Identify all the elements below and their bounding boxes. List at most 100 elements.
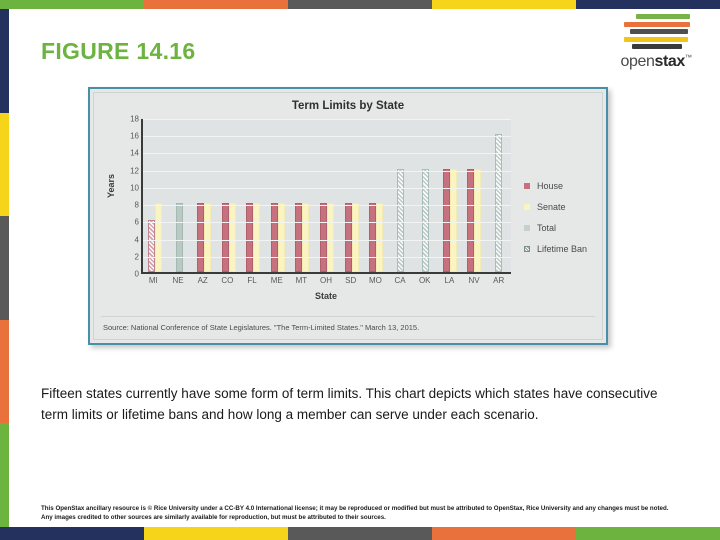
y-tick-label: 10 xyxy=(130,183,139,193)
page-title: FIGURE 14.16 xyxy=(41,38,196,64)
legend-swatch-icon xyxy=(524,183,530,189)
x-tick-label: AR xyxy=(493,276,505,285)
y-axis-ticks: 18 16 14 12 10 8 6 4 2 0 xyxy=(119,115,139,279)
legend-label: House xyxy=(537,181,564,191)
plot-wrapper: Years 18 16 14 12 10 8 6 4 2 0 MI NE AZ CO FL ME MT OH SD… xyxy=(106,115,511,301)
bar-az-senate xyxy=(204,203,212,272)
gridline xyxy=(143,153,511,155)
legend-swatch-icon xyxy=(524,225,530,231)
chart-source-note: Source: National Conference of State Leg… xyxy=(103,323,420,332)
bar-series-container xyxy=(143,119,511,272)
y-tick-label: 2 xyxy=(134,252,139,262)
bar-group-mi xyxy=(143,119,168,272)
bar-oh-house xyxy=(319,203,327,272)
logo-text-light: open xyxy=(620,53,655,70)
x-tick-label: ME xyxy=(270,276,283,285)
bar-mt-senate xyxy=(302,203,310,272)
y-tick-label: 14 xyxy=(130,148,139,158)
gridline xyxy=(143,222,511,224)
source-divider xyxy=(101,316,595,317)
gridline xyxy=(143,187,511,189)
x-tick-label: MO xyxy=(368,276,382,285)
legend-item-senate: Senate xyxy=(524,202,587,212)
x-tick-label: OH xyxy=(320,276,333,285)
bar-ar-total xyxy=(495,134,503,272)
x-axis-ticks: MI NE AZ CO FL ME MT OH SD MO CA OK LA NV AR xyxy=(141,276,511,285)
legend-swatch-icon xyxy=(524,246,530,252)
x-tick-label: MT xyxy=(295,276,308,285)
legend-item-total: Total xyxy=(524,223,587,233)
gridline xyxy=(143,170,511,172)
bar-group-az xyxy=(192,119,217,272)
x-tick-label: CO xyxy=(221,276,234,285)
y-axis-label: Years xyxy=(106,173,117,199)
chart-title: Term Limits by State xyxy=(291,100,405,112)
openstax-books-icon xyxy=(616,14,696,49)
y-tick-label: 18 xyxy=(130,114,139,124)
bar-group-fl xyxy=(241,119,266,272)
left-color-strip xyxy=(0,9,9,527)
bar-co-senate xyxy=(228,203,236,272)
chart-figure: Term Limits by State Years 18 16 14 12 10 8 6 4… xyxy=(88,87,608,345)
bottom-color-strip xyxy=(0,527,720,540)
bar-group-mt xyxy=(290,119,315,272)
bar-mi-house xyxy=(148,220,156,272)
x-tick-label: MI xyxy=(148,276,158,285)
bar-mt-house xyxy=(295,203,303,272)
legend-item-house: House xyxy=(524,181,587,191)
bar-group-co xyxy=(217,119,242,272)
x-axis-label: State xyxy=(314,291,337,301)
legend-label: Total xyxy=(537,223,557,233)
openstax-logo: openstax™ xyxy=(608,14,704,71)
x-tick-label: LA xyxy=(444,276,455,285)
gridline xyxy=(143,205,511,207)
bar-fl-house xyxy=(246,203,254,272)
bar-co-house xyxy=(221,203,229,272)
y-tick-label: 8 xyxy=(134,200,139,210)
legend-item-lifetime-ban: Lifetime Ban xyxy=(524,244,587,254)
x-tick-label: NV xyxy=(468,276,480,285)
y-tick-label: 4 xyxy=(134,235,139,245)
bar-me-house xyxy=(270,203,278,272)
x-tick-label: CA xyxy=(394,276,406,285)
bar-mi-senate xyxy=(155,203,163,272)
x-tick-label: NE xyxy=(172,276,184,285)
bar-group-me xyxy=(266,119,291,272)
bar-group-ne xyxy=(168,119,193,272)
gridline xyxy=(143,136,511,138)
y-tick-label: 0 xyxy=(134,269,139,279)
bar-group-sd xyxy=(339,119,364,272)
gridline xyxy=(143,239,511,241)
bar-mo-house xyxy=(369,203,377,272)
logo-text-bold: stax xyxy=(654,53,685,70)
bar-sd-house xyxy=(344,203,352,272)
y-tick-label: 16 xyxy=(130,131,139,141)
bar-sd-senate xyxy=(351,203,359,272)
chart-legend: House Senate Total Lifetime Ban xyxy=(524,181,587,265)
gridline xyxy=(143,119,511,120)
legend-label: Senate xyxy=(537,202,566,212)
chart-inner: Term Limits by State Years 18 16 14 12 10 8 6 4… xyxy=(93,92,603,340)
bar-me-senate xyxy=(277,203,285,272)
bar-fl-senate xyxy=(253,203,261,272)
logo-tm: ™ xyxy=(684,54,692,62)
gridline xyxy=(143,256,511,258)
bar-oh-senate xyxy=(326,203,334,272)
x-tick-label: FL xyxy=(247,276,257,285)
bar-az-house xyxy=(197,203,205,272)
bar-group-ok xyxy=(413,119,438,272)
openstax-wordmark: openstax™ xyxy=(608,53,704,71)
bar-group-ar xyxy=(486,119,511,272)
bar-group-ca xyxy=(388,119,413,272)
bar-group-oh xyxy=(315,119,340,272)
x-tick-label: OK xyxy=(418,276,431,285)
bar-ne-total xyxy=(176,203,184,272)
bar-mo-senate xyxy=(376,203,384,272)
attribution-footer: This OpenStax ancillary resource is © Ri… xyxy=(41,505,669,521)
legend-swatch-icon xyxy=(524,204,530,210)
legend-label: Lifetime Ban xyxy=(537,244,588,254)
x-tick-label: AZ xyxy=(197,276,208,285)
plot-area xyxy=(141,119,511,274)
top-color-strip xyxy=(0,0,720,9)
x-tick-label: SD xyxy=(345,276,357,285)
